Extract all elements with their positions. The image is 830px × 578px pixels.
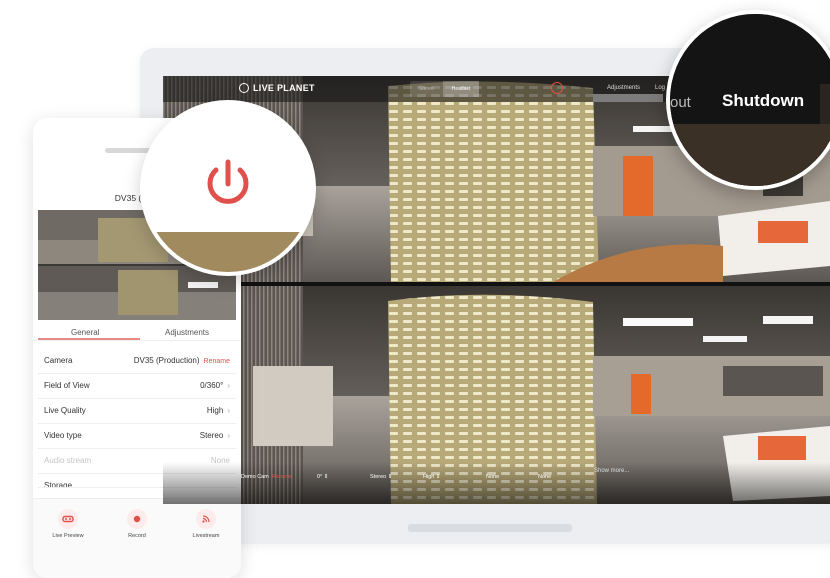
setting-camera[interactable]: Demo Cam Rename	[241, 474, 293, 480]
show-more-link[interactable]: Show more...	[594, 468, 629, 474]
setting-field-of-view[interactable]: 0° ⇕	[317, 474, 328, 480]
camera-settings-bar	[163, 462, 830, 504]
logout-link[interactable]: Log	[655, 85, 665, 91]
rename-link[interactable]: Rename	[272, 474, 293, 480]
phone-action-bar: Live Preview Record Livestream	[33, 498, 241, 578]
livestream-button[interactable]: Livestream	[176, 509, 236, 539]
chevron-right-icon: ›	[227, 381, 230, 390]
tab-active-indicator	[38, 338, 140, 340]
vr-headset-icon	[58, 509, 78, 529]
row-label: Storage	[44, 481, 73, 488]
livestream-icon	[196, 509, 216, 529]
record-label: Record	[128, 533, 146, 539]
power-icon[interactable]	[551, 82, 563, 94]
tab-divider	[33, 340, 241, 341]
shutdown-button[interactable]: Shutdown	[722, 91, 804, 111]
row-label: Field of View	[44, 381, 90, 390]
brand-logo-icon	[239, 83, 249, 93]
logout-partial-text: out	[670, 94, 691, 111]
row-value: High	[206, 406, 224, 415]
record-button[interactable]: Record	[107, 509, 167, 539]
tab-general[interactable]: General	[71, 328, 99, 337]
livestream-label: Livestream	[192, 533, 220, 539]
settings-row-field-of-view[interactable]: Field of View 0/360° ›	[38, 373, 236, 399]
setting-audio-stream[interactable]: None	[486, 474, 499, 480]
setting-storage[interactable]: None	[538, 474, 551, 480]
tab-adjustments[interactable]: Adjustments	[165, 328, 209, 337]
setting-video-type[interactable]: Stereo ⇕	[370, 474, 392, 480]
settings-row-video-type[interactable]: Video type Stereo ›	[38, 423, 236, 449]
row-label: Camera	[44, 356, 73, 365]
chevron-right-icon: ›	[227, 431, 230, 440]
power-zoom-callout	[140, 100, 316, 276]
row-value: Stereo	[199, 431, 224, 440]
settings-row-live-quality[interactable]: Live Quality High ›	[38, 398, 236, 424]
shutdown-zoom-callout: out Shutdown	[666, 10, 830, 190]
brand-logo: LIVE PLANET	[239, 83, 315, 93]
rename-link[interactable]: Rename	[204, 358, 230, 365]
row-value: 0/360°	[200, 381, 224, 390]
view-mode-toggle[interactable]: Stereo Headset	[410, 81, 480, 97]
view-mode-headset[interactable]: Headset	[442, 81, 480, 97]
view-mode-stereo[interactable]: Stereo	[410, 81, 443, 97]
live-preview-label: Live Preview	[52, 533, 84, 539]
row-value: DV35 (Production)	[133, 356, 200, 365]
record-dot-icon	[127, 509, 147, 529]
live-preview-button[interactable]: Live Preview	[38, 509, 98, 539]
adjustments-link[interactable]: Adjustments	[607, 85, 640, 91]
settings-row-camera[interactable]: Camera DV35 (Production) Rename	[38, 348, 236, 374]
row-label: Live Quality	[44, 406, 86, 415]
setting-live-quality[interactable]: High ⇕	[423, 474, 440, 480]
row-label: Video type	[44, 431, 82, 440]
laptop-trackpad-bar	[408, 524, 572, 532]
brand-name: LIVE PLANET	[253, 83, 315, 93]
chevron-right-icon: ›	[227, 406, 230, 415]
row-label: Audio stream	[44, 456, 92, 465]
